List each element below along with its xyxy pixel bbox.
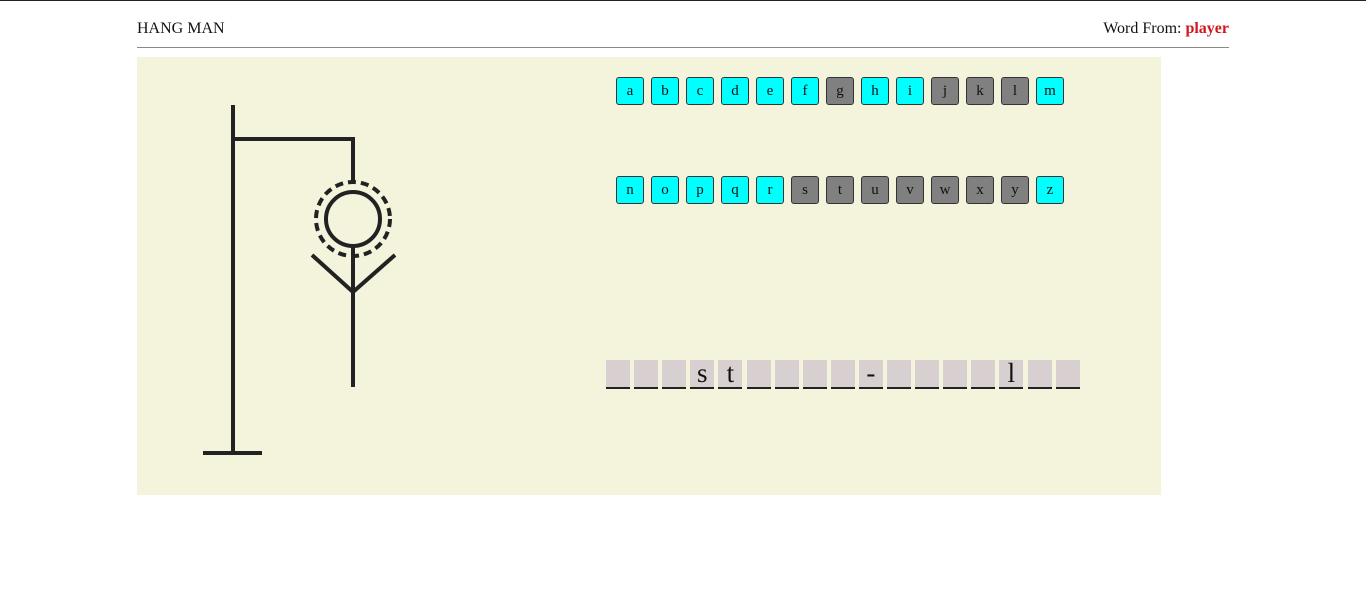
word-slot [746, 360, 771, 389]
letter-key-u: u [861, 176, 889, 204]
letter-key-y: y [1001, 176, 1029, 204]
game-title: HANG MAN [137, 20, 225, 37]
word-slot [887, 360, 911, 389]
game-board: abcdefghijklm nopqrstuvwxyz st-l [137, 57, 1161, 495]
letter-key-f[interactable]: f [791, 77, 819, 105]
word-source: Word From: player [1103, 20, 1229, 38]
letter-key-g: g [826, 77, 854, 105]
letter-key-z[interactable]: z [1036, 176, 1064, 204]
letter-key-c[interactable]: c [686, 77, 714, 105]
word-slot [1055, 360, 1080, 389]
word-slot: s [690, 360, 715, 389]
header: HANG MAN Word From: player [137, 18, 1229, 48]
letter-key-m[interactable]: m [1036, 77, 1064, 105]
word-slot [606, 360, 630, 389]
hangman-head [324, 190, 382, 248]
hangman-drawing [203, 105, 397, 455]
letter-key-v: v [896, 176, 924, 204]
hangman-left-arm [310, 253, 355, 294]
word-slot [634, 360, 659, 389]
letter-key-k: k [966, 77, 994, 105]
letter-key-w: w [931, 176, 959, 204]
letter-key-j: j [931, 77, 959, 105]
letter-key-l: l [1001, 77, 1029, 105]
top-border [0, 0, 1366, 1]
word-slot [971, 360, 996, 389]
word-from-player: player [1185, 20, 1229, 37]
letter-key-n[interactable]: n [616, 176, 644, 204]
letter-key-q[interactable]: q [721, 176, 749, 204]
word-slot [943, 360, 968, 389]
word-slot [830, 360, 855, 389]
letter-key-a[interactable]: a [616, 77, 644, 105]
letter-key-b[interactable]: b [651, 77, 679, 105]
hangman-right-arm [351, 253, 397, 294]
word-slot [774, 360, 799, 389]
letter-key-i[interactable]: i [896, 77, 924, 105]
letter-key-e[interactable]: e [756, 77, 784, 105]
letter-key-r[interactable]: r [756, 176, 784, 204]
letter-key-s: s [791, 176, 819, 204]
letter-key-d[interactable]: d [721, 77, 749, 105]
letter-key-p[interactable]: p [686, 176, 714, 204]
letter-key-h[interactable]: h [861, 77, 889, 105]
word-from-label: Word From: [1103, 20, 1182, 37]
letter-key-t: t [826, 176, 854, 204]
word-slot: l [999, 360, 1024, 389]
word-slot: t [718, 360, 743, 389]
word-slot: - [858, 360, 883, 389]
word-slot [802, 360, 827, 389]
letter-key-o[interactable]: o [651, 176, 679, 204]
word-slot [1027, 360, 1052, 389]
word-slot [662, 360, 687, 389]
word-slot [915, 360, 940, 389]
letter-key-x: x [966, 176, 994, 204]
